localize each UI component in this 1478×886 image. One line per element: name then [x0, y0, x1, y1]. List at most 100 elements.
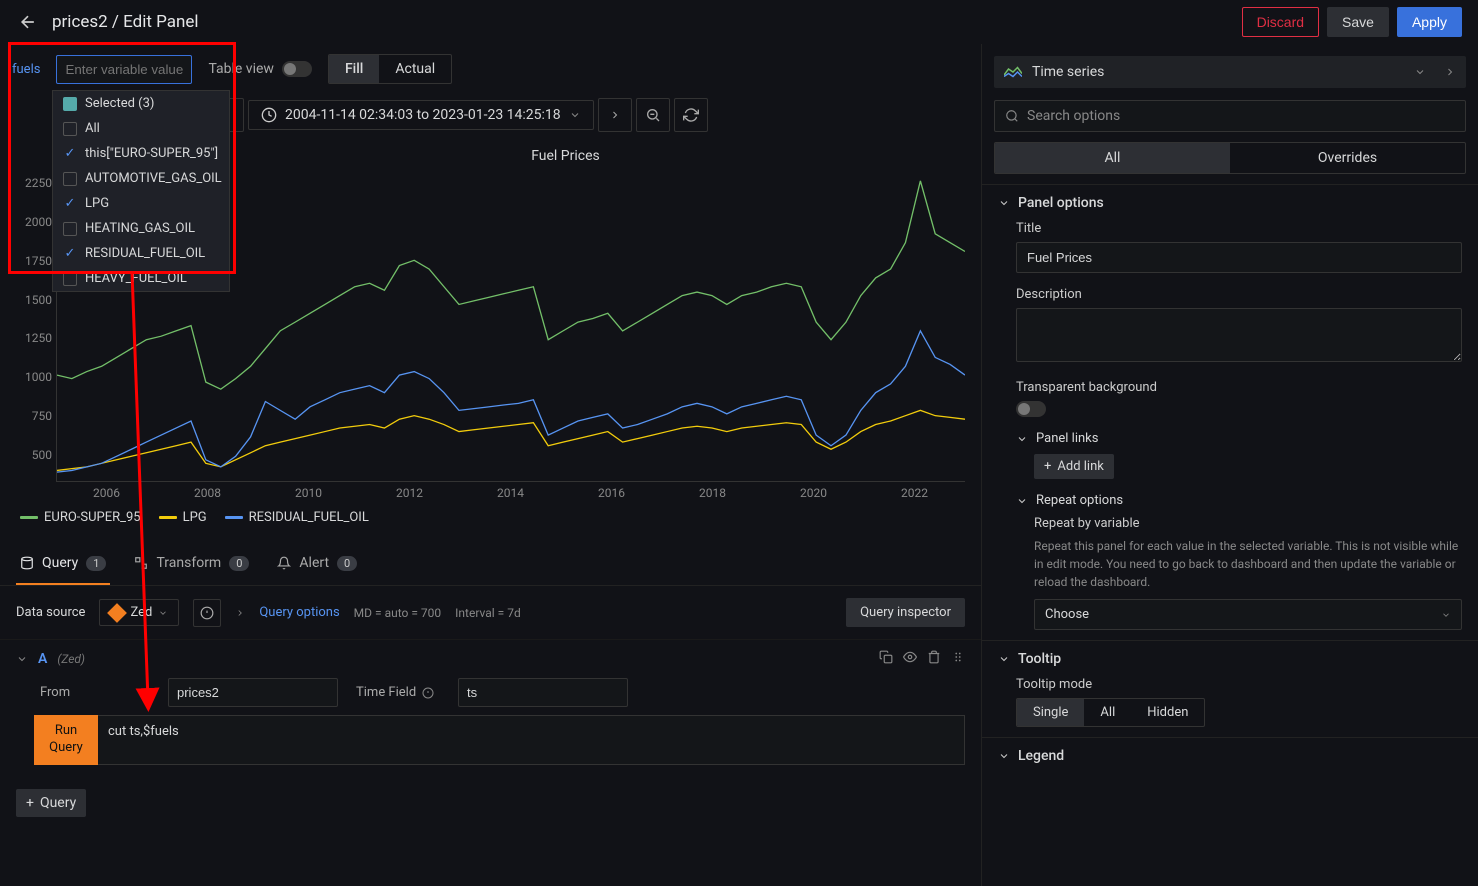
actual-option[interactable]: Actual — [379, 55, 451, 83]
options-tabs: All Overrides — [994, 142, 1466, 174]
refresh-button[interactable] — [674, 98, 708, 132]
dropdown-item[interactable]: ✓ RESIDUAL_FUEL_OIL — [53, 241, 229, 266]
duplicate-query-icon[interactable] — [879, 650, 893, 668]
delete-query-icon[interactable] — [927, 650, 941, 668]
chevron-right-icon — [1444, 66, 1456, 78]
time-next-button[interactable] — [598, 98, 632, 132]
time-range-picker[interactable]: 2004-11-14 02:34:03 to 2023-01-23 14:25:… — [248, 100, 594, 130]
query-inspector-button[interactable]: Query inspector — [846, 598, 965, 627]
dropdown-item[interactable]: HEATING_GAS_OIL — [53, 216, 229, 241]
query-text-input[interactable]: cut ts,$fuels — [98, 715, 965, 765]
dropdown-item-all[interactable]: All — [53, 116, 229, 141]
chevron-down-icon — [569, 109, 581, 121]
apply-button[interactable]: Apply — [1397, 7, 1462, 37]
chevron-down-icon — [158, 608, 168, 618]
dropdown-item[interactable]: ✓ this["EURO-SUPER_95"] — [53, 141, 229, 166]
tooltip-mode-all[interactable]: All — [1084, 699, 1131, 726]
chart-y-axis: 2250 2000 1750 1500 1250 1000 750 500 — [16, 172, 56, 482]
tooltip-mode-single[interactable]: Single — [1017, 699, 1084, 726]
options-tab-overrides[interactable]: Overrides — [1230, 143, 1465, 173]
from-input[interactable] — [168, 678, 338, 707]
dropdown-item[interactable]: ✓ LPG — [53, 191, 229, 216]
tab-query[interactable]: Query 1 — [16, 543, 110, 585]
plus-icon: + — [1044, 459, 1051, 474]
chevron-down-icon[interactable] — [16, 653, 28, 665]
back-button[interactable] — [16, 10, 40, 34]
chevron-right-icon — [235, 608, 245, 618]
chevron-down-icon — [998, 750, 1010, 762]
chevron-down-icon — [1414, 66, 1426, 78]
panel-description-input[interactable] — [1016, 308, 1462, 362]
variable-dropdown: Selected (3) All ✓ this["EURO-SUPER_95"]… — [52, 90, 230, 292]
transform-icon — [134, 556, 148, 570]
checkbox-icon — [63, 272, 77, 286]
query-row-header: A (Zed) — [0, 640, 981, 678]
search-icon — [1005, 109, 1019, 123]
tooltip-mode-hidden[interactable]: Hidden — [1131, 699, 1204, 726]
tab-transform[interactable]: Transform 0 — [130, 543, 253, 585]
checkbox-icon — [63, 222, 77, 236]
repeat-var-label: Repeat by variable — [1034, 516, 1462, 531]
query-options-interval: Interval = 7d — [455, 606, 521, 620]
tooltip-mode-label: Tooltip mode — [1016, 677, 1462, 692]
timefield-input[interactable] — [458, 678, 628, 707]
description-label: Description — [1016, 287, 1462, 302]
chevron-down-icon — [1441, 610, 1451, 620]
toggle-query-visibility-icon[interactable] — [903, 650, 917, 668]
database-icon — [20, 556, 34, 570]
visualization-picker[interactable]: Time series — [994, 56, 1466, 88]
repeat-description: Repeat this panel for each value in the … — [1034, 537, 1462, 591]
dropdown-item[interactable]: HEAVY_FUEL_OIL — [53, 266, 229, 291]
save-button[interactable]: Save — [1327, 7, 1389, 37]
chart-x-axis: 2006 2008 2010 2012 2014 2016 2018 2020 … — [16, 486, 965, 500]
add-query-button[interactable]: + Query — [16, 789, 86, 817]
zoom-out-button[interactable] — [636, 98, 670, 132]
options-tab-all[interactable]: All — [995, 143, 1230, 173]
query-ref-id[interactable]: A — [38, 651, 47, 667]
tooltip-mode-radio: Single All Hidden — [1016, 698, 1205, 727]
legend-item[interactable]: RESIDUAL_FUEL_OIL — [225, 510, 369, 525]
query-options-link[interactable]: Query options — [259, 605, 339, 620]
legend-item[interactable]: EURO-SUPER_95 — [20, 510, 141, 525]
datasource-label: Data source — [16, 605, 85, 620]
fill-actual-switch: Fill Actual — [328, 54, 452, 84]
chevron-down-icon — [998, 197, 1010, 209]
repeat-variable-select[interactable]: Choose — [1034, 599, 1462, 630]
variable-input[interactable] — [56, 55, 192, 84]
run-query-button[interactable]: Run Query — [34, 715, 98, 765]
section-panel-links[interactable]: Panel links — [1016, 431, 1462, 446]
section-repeat-options[interactable]: Repeat options — [1016, 493, 1462, 508]
discard-button[interactable]: Discard — [1242, 7, 1319, 37]
transparent-toggle[interactable] — [1016, 401, 1046, 417]
table-view-toggle[interactable] — [282, 61, 312, 77]
legend-item[interactable]: LPG — [159, 510, 207, 525]
clock-icon — [261, 107, 277, 123]
checkbox-checked-icon: ✓ — [63, 197, 77, 211]
page-title: prices2 / Edit Panel — [52, 12, 199, 32]
chevron-down-icon — [998, 653, 1010, 665]
from-label: From — [34, 679, 134, 706]
section-tooltip[interactable]: Tooltip — [998, 651, 1462, 667]
datasource-picker[interactable]: Zed — [99, 599, 179, 626]
panel-title-input[interactable] — [1016, 242, 1462, 273]
info-icon — [422, 687, 434, 699]
dropdown-item[interactable]: AUTOMOTIVE_GAS_OIL — [53, 166, 229, 191]
drag-query-icon[interactable] — [951, 650, 965, 668]
time-series-icon — [1004, 65, 1022, 79]
section-panel-options[interactable]: Panel options — [998, 195, 1462, 211]
add-link-button[interactable]: + Add link — [1034, 454, 1114, 479]
fill-option[interactable]: Fill — [329, 55, 379, 83]
datasource-row: Data source Zed Query options MD = auto … — [0, 586, 981, 640]
datasource-settings-button[interactable] — [193, 599, 221, 627]
checkbox-checked-icon: ✓ — [63, 247, 77, 261]
section-legend[interactable]: Legend — [998, 748, 1462, 764]
chart-legend: EURO-SUPER_95 LPG RESIDUAL_FUEL_OIL — [16, 500, 965, 535]
options-search[interactable]: Search options — [994, 100, 1466, 132]
timefield-label: Time Field — [356, 685, 416, 700]
editor-tabs: Query 1 Transform 0 Alert 0 — [0, 543, 981, 586]
plus-icon: + — [26, 795, 34, 811]
dropdown-selected-header[interactable]: Selected (3) — [53, 91, 229, 116]
datasource-logo-icon — [108, 603, 128, 623]
tab-alert[interactable]: Alert 0 — [273, 543, 361, 585]
checkbox-icon — [63, 122, 77, 136]
